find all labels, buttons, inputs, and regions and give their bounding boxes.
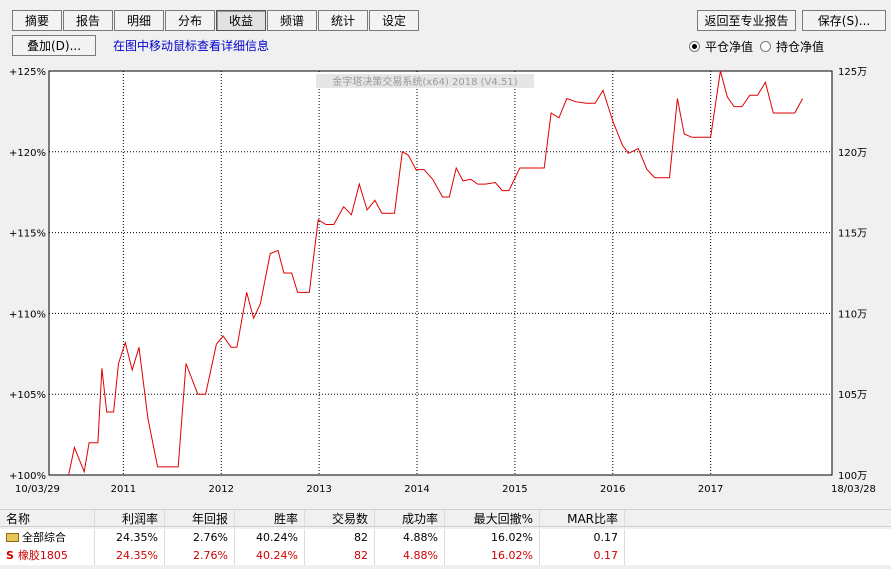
equity-chart[interactable]: 金字塔决策交易系统(x64) 2018 (V4.51) +100%+105%+1…: [0, 60, 891, 500]
tab-summary[interactable]: 摘要: [12, 10, 62, 31]
x-end-label: 18/03/28: [831, 484, 876, 495]
cell-drawdown: 16.02%: [445, 529, 540, 547]
x-tick-label: 2011: [111, 484, 136, 495]
col-header-profit[interactable]: 利润率: [95, 510, 165, 528]
tab-settings[interactable]: 设定: [369, 10, 419, 31]
save-button[interactable]: 保存(S)...: [802, 10, 886, 31]
cell-winrate: 40.24%: [235, 547, 305, 565]
y-tick-label-right: 100万: [838, 471, 867, 482]
x-tick-label: 2017: [698, 484, 723, 495]
cell-profit: 24.35%: [95, 547, 165, 565]
table-row[interactable]: 全部综合 24.35% 2.76% 40.24% 82 4.88% 16.02%…: [0, 529, 891, 547]
y-tick-label-right: 115万: [838, 229, 867, 240]
cell-trades: 82: [305, 529, 375, 547]
col-header-annual[interactable]: 年回报: [165, 510, 235, 528]
row-name: 全部综合: [0, 529, 95, 547]
radio-unselected-icon: [760, 41, 771, 52]
y-tick-label-left: +110%: [9, 309, 46, 320]
radio-flat-label: 平仓净值: [705, 40, 754, 54]
y-tick-label-left: +125%: [9, 67, 46, 78]
x-tick-label: 2012: [209, 484, 234, 495]
col-header-trades[interactable]: 交易数: [305, 510, 375, 528]
folder-icon: [6, 533, 19, 542]
cell-drawdown: 16.02%: [445, 547, 540, 565]
tab-statistics[interactable]: 统计: [318, 10, 368, 31]
radio-hold-equity[interactable]: 持仓净值: [760, 38, 824, 55]
x-tick-label: 2014: [404, 484, 429, 495]
x-tick-label: 2015: [502, 484, 527, 495]
tab-returns[interactable]: 收益: [216, 10, 266, 31]
table-header-row: 名称 利润率 年回报 胜率 交易数 成功率 最大回撤% MAR比率: [0, 509, 891, 528]
cell-annual: 2.76%: [165, 529, 235, 547]
cell-profit: 24.35%: [95, 529, 165, 547]
y-tick-label-left: +115%: [9, 229, 46, 240]
tab-spectrum[interactable]: 频谱: [267, 10, 317, 31]
cell-success: 4.88%: [375, 529, 445, 547]
chart-hint-text: 在图中移动鼠标查看详细信息: [113, 39, 270, 53]
x-tick-label: 2016: [600, 484, 625, 495]
y-tick-label-right: 105万: [838, 390, 867, 401]
col-header-winrate[interactable]: 胜率: [235, 510, 305, 528]
col-header-success[interactable]: 成功率: [375, 510, 445, 528]
tab-detail[interactable]: 明细: [114, 10, 164, 31]
tab-report[interactable]: 报告: [63, 10, 113, 31]
cell-trades: 82: [305, 547, 375, 565]
tab-distribution[interactable]: 分布: [165, 10, 215, 31]
cell-mar: 0.17: [540, 547, 625, 565]
y-tick-label-left: +100%: [9, 471, 46, 482]
col-header-drawdown[interactable]: 最大回撤%: [445, 510, 540, 528]
col-header-mar[interactable]: MAR比率: [540, 510, 625, 528]
cell-success: 4.88%: [375, 547, 445, 565]
row-name: S 橡胶1805: [0, 547, 95, 565]
radio-hold-label: 持仓净值: [776, 40, 825, 54]
x-tick-label: 2013: [306, 484, 331, 495]
s-icon: S: [6, 549, 14, 562]
cell-annual: 2.76%: [165, 547, 235, 565]
y-axis-right: 100万 105万 110万 115万 120万 125万: [838, 67, 867, 482]
y-tick-label-right: 110万: [838, 309, 867, 320]
cell-winrate: 40.24%: [235, 529, 305, 547]
radio-selected-icon: [689, 41, 700, 52]
plot-area: [48, 70, 833, 476]
y-tick-label-right: 120万: [838, 148, 867, 159]
y-tick-label-left: +105%: [9, 390, 46, 401]
x-start-label: 10/03/29: [15, 484, 60, 495]
overlay-button[interactable]: 叠加(D)...: [12, 35, 96, 56]
chart-title: 金字塔决策交易系统(x64) 2018 (V4.51): [332, 75, 517, 88]
table-row[interactable]: S 橡胶1805 24.35% 2.76% 40.24% 82 4.88% 16.…: [0, 547, 891, 565]
radio-flat-equity[interactable]: 平仓净值: [689, 38, 753, 55]
cell-mar: 0.17: [540, 529, 625, 547]
x-axis: 2011 2012 2013 2014 2015 2016 2017: [111, 484, 724, 495]
y-axis-left: +100% +105% +110% +115% +120% +125%: [9, 67, 46, 482]
col-header-name[interactable]: 名称: [0, 510, 95, 528]
return-to-report-button[interactable]: 返回至专业报告: [697, 10, 796, 31]
y-tick-label-right: 125万: [838, 67, 867, 78]
y-tick-label-left: +120%: [9, 148, 46, 159]
